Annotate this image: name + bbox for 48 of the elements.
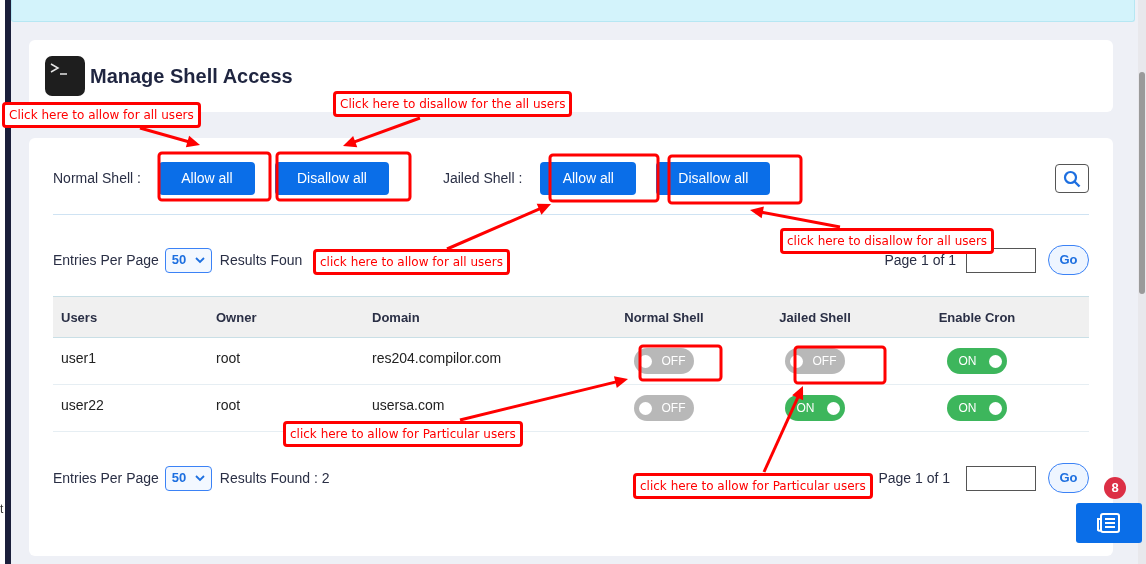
column-header: Enable Cron <box>938 310 1016 325</box>
annotation-callout: click here to allow for Particular users <box>283 421 523 447</box>
entries-label: Entries Per Page <box>53 250 159 270</box>
annotation-callout: Click here to allow for all users <box>2 102 201 128</box>
shell-label: Jailed Shell : <box>442 169 523 188</box>
column-header: Users <box>61 310 98 325</box>
entries-label: Entries Per Page <box>53 468 159 488</box>
page-title: Manage Shell Access <box>90 64 293 89</box>
column-header: Domain <box>372 310 420 325</box>
search-icon <box>1063 169 1081 188</box>
per-page-select[interactable]: 50 <box>164 465 212 491</box>
toggle-switch[interactable]: ON <box>947 395 1007 421</box>
per-page-select[interactable]: 50 <box>164 247 212 273</box>
disallow-all-button[interactable]: Disallow all <box>656 162 771 195</box>
newspaper-icon <box>1096 512 1122 534</box>
column-header: Jailed Shell <box>779 310 851 325</box>
news-button[interactable] <box>1076 503 1142 543</box>
table-cell: res204.compilor.com <box>372 350 502 366</box>
notification-badge: 8 <box>1104 477 1126 499</box>
page-input[interactable] <box>966 465 1036 491</box>
toggle-switch[interactable]: ON <box>785 395 845 421</box>
toggle-switch[interactable]: ON <box>947 348 1007 374</box>
table-cell: usersa.com <box>372 397 445 413</box>
column-header: Normal Shell <box>624 310 704 325</box>
edge-text: t <box>0 503 4 515</box>
table-cell: user22 <box>61 397 104 413</box>
page-indicator: Page 1 of 1 <box>878 468 950 488</box>
column-header: Owner <box>216 310 257 325</box>
chevron-down-icon <box>194 474 205 482</box>
chevron-down-icon <box>194 256 205 264</box>
results-count: Results Found : 2 <box>219 468 330 488</box>
shell-label: Normal Shell : <box>53 169 141 188</box>
go-button[interactable]: Go <box>1048 245 1089 275</box>
allow-all-button[interactable]: Allow all <box>158 162 255 195</box>
annotation-callout: Click here to disallow for the all users <box>333 91 573 117</box>
search-button[interactable] <box>1055 164 1089 193</box>
results-count: Results Foun <box>219 250 303 270</box>
annotation-callout: click here to disallow for all users <box>780 228 995 254</box>
table-cell: root <box>216 397 241 413</box>
pointer-arrow <box>139 126 200 148</box>
table-cell: user1 <box>61 350 97 366</box>
go-button[interactable]: Go <box>1048 463 1089 493</box>
disallow-all-button[interactable]: Disallow all <box>274 162 389 195</box>
table-cell: root <box>216 350 241 366</box>
annotation-callout: click here to allow for Particular users <box>633 473 873 499</box>
annotation-callout: click here to allow for all users <box>313 249 510 275</box>
terminal-icon <box>45 56 85 96</box>
allow-all-button[interactable]: Allow all <box>540 162 637 195</box>
